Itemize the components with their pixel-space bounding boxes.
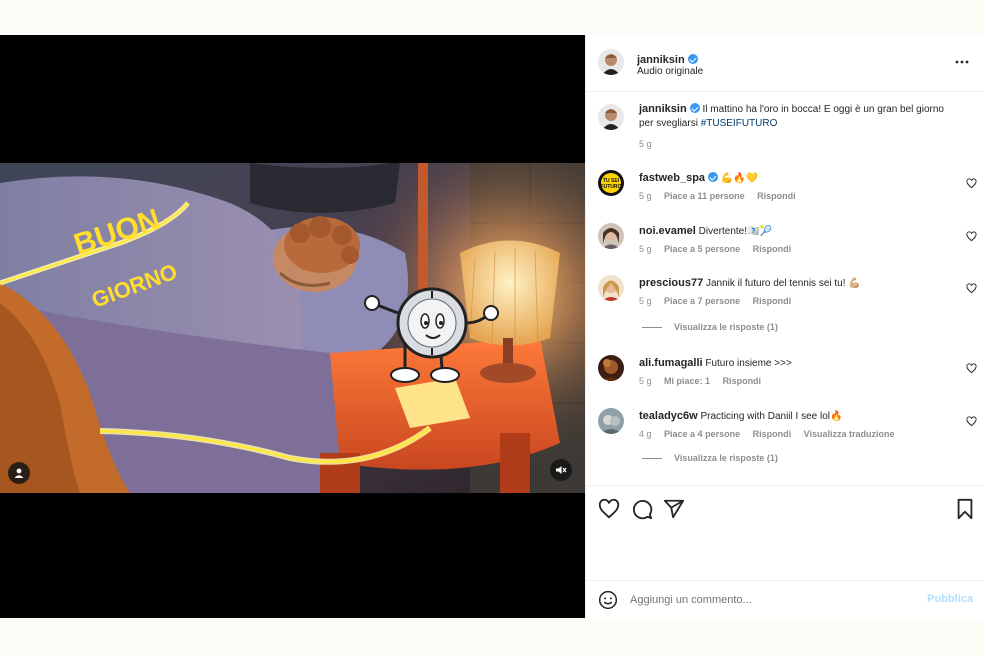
author-avatar[interactable] — [598, 49, 624, 75]
commenter-avatar[interactable] — [598, 275, 624, 301]
verified-badge-icon — [687, 54, 698, 64]
comment-input[interactable] — [630, 591, 910, 609]
comment-reply-button[interactable]: Rispondi — [753, 244, 792, 254]
comment-reply-button[interactable]: Rispondi — [753, 429, 792, 439]
comment-username[interactable]: noi.evamel — [639, 225, 696, 237]
comment-item: TU SEI FUTURO fastweb_spa 💪🔥💛 5 g Piace a… — [586, 169, 984, 209]
video-player[interactable]: BUON GIORNO — [0, 163, 585, 493]
comment-likes[interactable]: Mi piace: 1 — [664, 376, 710, 386]
media-panel: BUON GIORNO — [0, 35, 585, 618]
post-details-panel: janniksin Audio originale janniksin Il m… — [585, 35, 984, 618]
comment-likes[interactable]: Piace a 5 persone — [664, 244, 740, 254]
comment-body: Futuro insieme >>> — [705, 358, 792, 369]
comment-username[interactable]: fastweb_spa — [639, 172, 705, 184]
verified-badge-icon — [708, 172, 719, 182]
comment-body: Divertente!🇹🇮🎾 — [698, 226, 772, 237]
commenter-avatar[interactable] — [598, 223, 624, 249]
comment-likes[interactable]: Piace a 11 persone — [664, 191, 745, 201]
verified-badge-icon — [689, 103, 700, 113]
comment-body: Jannik il futuro del tennis sei tu! 💪🏼 — [705, 278, 861, 289]
more-options-icon[interactable] — [954, 55, 970, 69]
comment-bubble-icon[interactable] — [631, 498, 653, 520]
comment-reply-button[interactable]: Rispondi — [753, 296, 792, 306]
comment-time: 5 g — [639, 244, 652, 254]
like-comment-heart-icon[interactable] — [966, 231, 977, 242]
like-comment-heart-icon[interactable] — [966, 416, 977, 427]
publish-button[interactable]: Pubblica — [927, 593, 973, 605]
svg-text:FUTURO: FUTURO — [601, 184, 622, 190]
comment-meta: 4 g Piace a 4 persone Rispondi Visualizz… — [639, 429, 904, 439]
comment-text: fastweb_spa 💪🔥💛 — [639, 171, 944, 186]
comment-item: tealadyc6w Practicing with Daniil I see … — [586, 407, 984, 477]
post-actions-bar — [586, 485, 984, 580]
comment-text: prescious77 Jannik il futuro del tennis … — [639, 276, 944, 291]
emoji-smiley-icon[interactable] — [598, 590, 618, 610]
post-header: janniksin Audio originale — [586, 35, 984, 92]
caption-meta: 5 g — [639, 139, 662, 149]
comment-item: noi.evamel Divertente!🇹🇮🎾 5 g Piace a 5 … — [586, 222, 984, 262]
caption-text: janniksin Il mattino ha l'oro in bocca! … — [639, 102, 944, 131]
comment-meta: 5 g Piace a 11 persone Rispondi — [639, 191, 806, 201]
instagram-post-view: BUON GIORNO janniksin Audio originale ja… — [0, 0, 984, 656]
mute-button[interactable] — [550, 459, 572, 481]
comment-text: noi.evamel Divertente!🇹🇮🎾 — [639, 224, 944, 239]
comment-text: ali.fumagalli Futuro insieme >>> — [639, 356, 944, 371]
comment-time: 5 g — [639, 296, 652, 306]
comment-reply-button[interactable]: Rispondi — [757, 191, 796, 201]
like-heart-icon[interactable] — [598, 498, 620, 520]
commenter-avatar[interactable] — [598, 408, 624, 434]
comment-username[interactable]: prescious77 — [639, 277, 703, 289]
comments-list: janniksin Il mattino ha l'oro in bocca! … — [586, 92, 984, 485]
speaker-muted-icon — [556, 466, 567, 474]
comment-meta: 5 g Piace a 7 persone Rispondi — [639, 296, 801, 306]
user-icon — [14, 468, 24, 478]
comment-time: 4 g — [639, 429, 652, 439]
comment-time: 5 g — [639, 191, 652, 201]
comment-text: tealadyc6w Practicing with Daniil I see … — [639, 409, 944, 424]
comment-username[interactable]: ali.fumagalli — [639, 357, 703, 369]
caption-hashtag[interactable]: #TUSEIFUTURO — [701, 118, 778, 129]
add-comment-bar: Pubblica — [586, 580, 984, 618]
tagged-users-button[interactable] — [8, 462, 30, 484]
caption-avatar[interactable] — [598, 104, 624, 130]
like-comment-heart-icon[interactable] — [966, 363, 977, 374]
like-comment-heart-icon[interactable] — [966, 178, 977, 189]
comment-meta: 5 g Mi piace: 1 Rispondi — [639, 376, 771, 386]
caption-username[interactable]: janniksin — [639, 103, 687, 115]
comment-body: Practicing with Daniil I see lol🔥 — [700, 411, 843, 422]
commenter-avatar[interactable]: TU SEI FUTURO — [598, 170, 624, 196]
video-frame: BUON GIORNO — [0, 163, 585, 493]
translate-button[interactable]: Visualizza traduzione — [804, 429, 895, 439]
comment-meta: 5 g Piace a 5 persone Rispondi — [639, 244, 801, 254]
view-replies-button[interactable]: Visualizza le risposte (1) — [642, 453, 778, 463]
avatar-image — [598, 49, 624, 75]
share-send-icon[interactable] — [663, 498, 685, 520]
comment-likes[interactable]: Piace a 4 persone — [664, 429, 740, 439]
caption: janniksin Il mattino ha l'oro in bocca! … — [586, 102, 984, 157]
comment-item: ali.fumagalli Futuro insieme >>> 5 g Mi … — [586, 354, 984, 394]
comment-reply-button[interactable]: Rispondi — [723, 376, 762, 386]
comment-time: 5 g — [639, 376, 652, 386]
audio-label[interactable]: Audio originale — [637, 66, 703, 77]
author-username[interactable]: janniksin — [637, 54, 685, 66]
comment-username[interactable]: tealadyc6w — [639, 410, 698, 422]
comment-likes[interactable]: Piace a 7 persone — [664, 296, 740, 306]
caption-time: 5 g — [639, 139, 652, 149]
comment-body: 💪🔥💛 — [720, 173, 759, 184]
like-comment-heart-icon[interactable] — [966, 283, 977, 294]
save-bookmark-icon[interactable] — [955, 498, 975, 520]
view-replies-button[interactable]: Visualizza le risposte (1) — [642, 322, 778, 332]
commenter-avatar[interactable] — [598, 355, 624, 381]
comment-item: prescious77 Jannik il futuro del tennis … — [586, 274, 984, 344]
